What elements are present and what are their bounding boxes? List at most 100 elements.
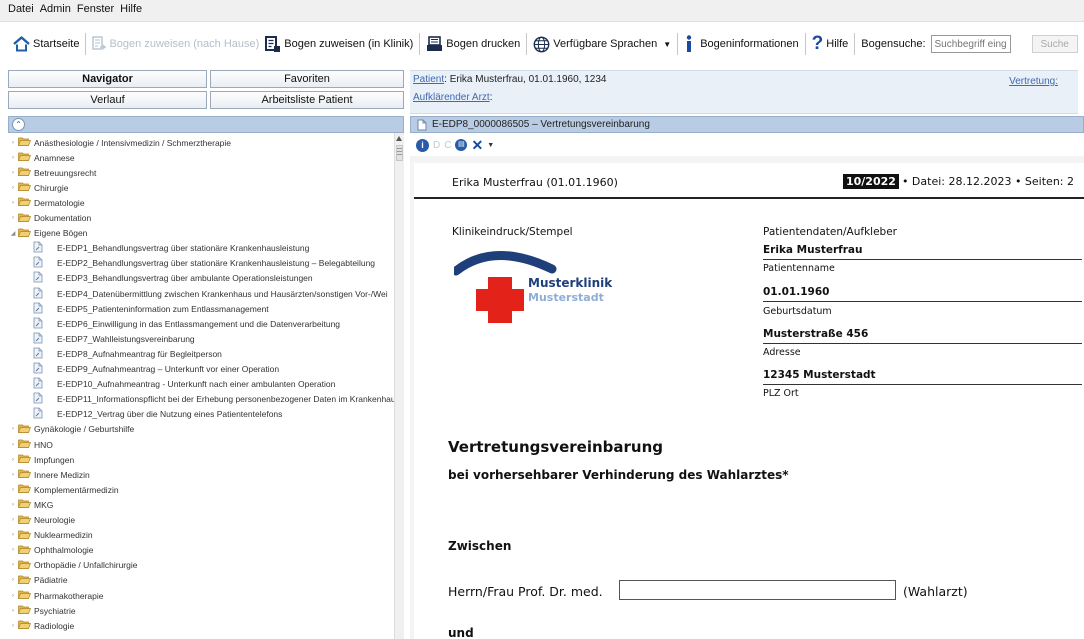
tree-category[interactable]: › Neurologie bbox=[8, 513, 75, 528]
home-button[interactable]: Startseite bbox=[10, 31, 82, 57]
expand-arrow-icon[interactable]: › bbox=[10, 442, 16, 448]
tree-category[interactable]: › Innere Medizin bbox=[8, 467, 90, 482]
collapse-panel-icon[interactable]: ⌃ bbox=[12, 118, 25, 131]
tree-category[interactable]: › Impfungen bbox=[8, 452, 74, 467]
expand-arrow-icon[interactable]: › bbox=[10, 487, 16, 493]
document-icon bbox=[33, 256, 43, 270]
tree-category[interactable]: › Ophthalmologie bbox=[8, 543, 94, 558]
assign-home-button[interactable]: Bogen zuweisen (nach Hause) bbox=[89, 31, 262, 57]
tree-document-item[interactable]: E-EDP7_Wahlleistungsvereinbarung bbox=[33, 331, 195, 346]
doctor-name-field[interactable] bbox=[619, 580, 896, 600]
question-mark-icon: ? bbox=[811, 33, 824, 54]
info-circle-icon[interactable]: i bbox=[416, 138, 429, 152]
expand-arrow-icon[interactable]: › bbox=[10, 155, 16, 161]
tool-d-button[interactable]: D bbox=[433, 140, 440, 151]
close-icon[interactable]: ✕ bbox=[471, 138, 483, 152]
substitute-link[interactable]: Vertretung: bbox=[1009, 76, 1058, 87]
tree-document-item[interactable]: E-EDP6_Einwilligung in das Entlassmangem… bbox=[33, 316, 340, 331]
expand-arrow-icon[interactable]: › bbox=[10, 457, 16, 463]
tree-category[interactable]: › Betreuungsrecht bbox=[8, 165, 96, 180]
tab-patient-worklist[interactable]: Arbeitsliste Patient bbox=[210, 91, 404, 109]
tree-category[interactable]: › Chirurgie bbox=[8, 180, 69, 195]
tree-document-item[interactable]: E-EDP2_Behandlungsvertrag über stationär… bbox=[33, 256, 375, 271]
expand-arrow-icon[interactable]: › bbox=[10, 170, 16, 176]
tree-category[interactable]: › Pädiatrie bbox=[8, 573, 68, 588]
tool-c-button[interactable]: C bbox=[444, 140, 451, 151]
expand-arrow-icon[interactable]: › bbox=[10, 200, 16, 206]
form-assign-icon bbox=[265, 35, 281, 52]
tree-document-item[interactable]: E-EDP1_Behandlungsvertrag über stationär… bbox=[33, 241, 309, 256]
menu-admin[interactable]: Admin bbox=[40, 3, 71, 18]
expand-arrow-icon[interactable]: › bbox=[10, 623, 16, 629]
tree-scrollbar[interactable] bbox=[394, 133, 404, 639]
menu-fenster[interactable]: Fenster bbox=[77, 3, 114, 18]
collapse-arrow-icon[interactable]: ◢ bbox=[10, 230, 16, 237]
print-icon[interactable]: ▤ bbox=[455, 139, 468, 151]
expand-arrow-icon[interactable]: › bbox=[10, 185, 16, 191]
patient-link[interactable]: Patient bbox=[413, 74, 444, 85]
tree-document-item[interactable]: E-EDP3_Behandlungsvertrag über ambulante… bbox=[33, 271, 313, 286]
tree-document-item[interactable]: E-EDP12_Vertrag über die Nutzung eines P… bbox=[33, 407, 282, 422]
doctor-name-label: Herrn/Frau Prof. Dr. med. bbox=[448, 584, 603, 599]
tree-category[interactable]: › Anamnese bbox=[8, 150, 75, 165]
chevron-down-icon[interactable]: ▼ bbox=[487, 142, 494, 149]
tree-category[interactable]: › Orthopädie / Unfallchirurgie bbox=[8, 558, 137, 573]
tree-category[interactable]: › Gynäkologie / Geburtshilfe bbox=[8, 422, 134, 437]
tree-document-item[interactable]: E-EDP5_Patienteninformation zum Entlassm… bbox=[33, 301, 269, 316]
tree-category[interactable]: › Dokumentation bbox=[8, 211, 91, 226]
folder-icon bbox=[17, 197, 32, 208]
scrollbar-thumb[interactable] bbox=[396, 145, 403, 161]
tree-category[interactable]: › Nuklearmedizin bbox=[8, 528, 93, 543]
menu-datei[interactable]: Datei bbox=[8, 3, 34, 18]
expand-arrow-icon[interactable]: › bbox=[10, 547, 16, 553]
expand-arrow-icon[interactable]: › bbox=[10, 562, 16, 568]
tree-category[interactable]: › Dermatologie bbox=[8, 195, 85, 210]
expand-arrow-icon[interactable]: › bbox=[10, 517, 16, 523]
form-assign-icon bbox=[92, 36, 107, 50]
assign-clinic-button[interactable]: Bogen zuweisen (in Klinik) bbox=[262, 31, 416, 57]
tree-document-item[interactable]: E-EDP4_Datenübermittlung zwischen Kranke… bbox=[33, 286, 388, 301]
divider bbox=[763, 259, 1082, 260]
expand-arrow-icon[interactable]: › bbox=[10, 215, 16, 221]
doctor-link[interactable]: Aufklärender Arzt bbox=[413, 92, 490, 103]
expand-arrow-icon[interactable]: › bbox=[10, 472, 16, 478]
scroll-up-arrow-icon[interactable] bbox=[396, 136, 402, 141]
tree-category[interactable]: › MKG bbox=[8, 497, 53, 512]
expand-arrow-icon[interactable]: › bbox=[10, 140, 16, 146]
patient-name-label: Patientenname bbox=[763, 263, 835, 274]
tree-document-item[interactable]: E-EDP9_Aufnahmeantrag – Unterkunft vor e… bbox=[33, 362, 279, 377]
patient-line: Patient: Erika Musterfrau, 01.01.1960, 1… bbox=[413, 74, 606, 85]
tab-history[interactable]: Verlauf bbox=[8, 91, 207, 109]
print-button[interactable]: Bogen drucken bbox=[423, 31, 523, 57]
print-form-icon bbox=[427, 36, 443, 51]
elective-doctor-label: (Wahlarzt) bbox=[903, 584, 968, 599]
expand-arrow-icon[interactable]: › bbox=[10, 426, 16, 432]
expand-arrow-icon[interactable]: › bbox=[10, 608, 16, 614]
tree-category[interactable]: › Psychiatrie bbox=[8, 603, 76, 618]
search-button[interactable]: Suche bbox=[1031, 35, 1078, 53]
folder-icon bbox=[17, 424, 32, 435]
form-info-label: Bogeninformationen bbox=[700, 38, 799, 50]
expand-arrow-icon[interactable]: › bbox=[10, 502, 16, 508]
tree-document-item[interactable]: E-EDP11_Informationspflicht bei der Erhe… bbox=[33, 392, 394, 407]
expand-arrow-icon[interactable]: › bbox=[10, 593, 16, 599]
tree-category[interactable]: › Pharmakotherapie bbox=[8, 588, 103, 603]
tab-navigator[interactable]: Navigator bbox=[8, 70, 207, 88]
expand-arrow-icon[interactable]: › bbox=[10, 532, 16, 538]
tree-category[interactable]: ◢ Eigene Bögen bbox=[8, 226, 88, 241]
tree-category[interactable]: › Komplementärmedizin bbox=[8, 482, 119, 497]
tree-document-label: E-EDP5_Patienteninformation zum Entlassm… bbox=[57, 303, 269, 314]
form-info-button[interactable]: Bogeninformationen bbox=[681, 31, 801, 57]
languages-dropdown[interactable]: Verfügbare Sprachen ▼ bbox=[530, 31, 674, 57]
expand-arrow-icon[interactable]: › bbox=[10, 577, 16, 583]
tree-document-item[interactable]: E-EDP8_Aufnahmeantrag für Begleitperson bbox=[33, 346, 222, 361]
folder-icon bbox=[17, 620, 32, 631]
tab-favorites[interactable]: Favoriten bbox=[210, 70, 404, 88]
help-button[interactable]: ? Hilfe bbox=[809, 31, 852, 57]
tree-category[interactable]: › Anästhesiologie / Intensivmedizin / Sch… bbox=[8, 135, 231, 150]
tree-category[interactable]: › Radiologie bbox=[8, 618, 74, 633]
tree-document-item[interactable]: E-EDP10_Aufnahmeantrag - Unterkunft nach… bbox=[33, 377, 335, 392]
menu-hilfe[interactable]: Hilfe bbox=[120, 3, 142, 18]
form-search-input[interactable] bbox=[930, 35, 1011, 53]
tree-category[interactable]: › HNO bbox=[8, 437, 53, 452]
